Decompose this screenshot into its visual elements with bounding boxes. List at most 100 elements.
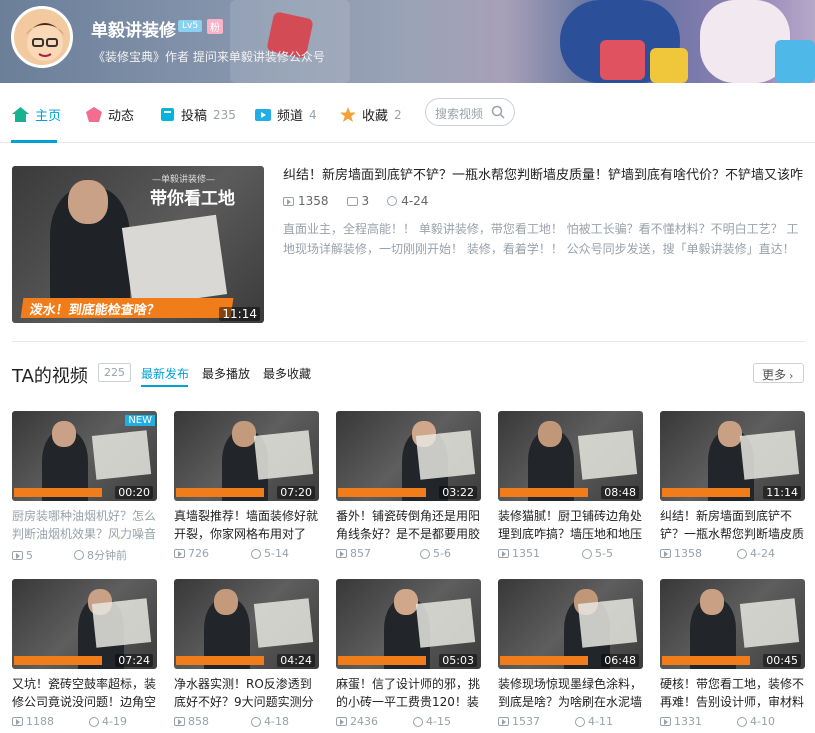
more-button[interactable]: 更多 › <box>753 363 804 383</box>
board-panel <box>739 598 800 648</box>
caption-strip <box>14 488 102 497</box>
board-panel <box>739 430 800 480</box>
board-panel <box>577 598 638 648</box>
sort-latest[interactable]: 最新发布 <box>141 365 189 382</box>
video-stats: 2436 4-15 <box>336 715 481 728</box>
video-title[interactable]: 番外！铺瓷砖倒角还是用阳角线条好？是不是都要用胶 <box>336 507 481 543</box>
tab-dynamic[interactable]: 动态 <box>86 105 134 124</box>
featured-thumbnail[interactable]: —单毅讲装修— 带你看工地 泼水！到底能检查啥？ 11:14 <box>12 166 264 323</box>
play-icon <box>660 717 671 726</box>
clock-icon <box>420 548 431 559</box>
video-thumbnail[interactable]: 03:22 <box>336 411 481 501</box>
video-card[interactable]: 08:48 装修猫腻！厨卫铺砖边角处理到底咋搞？墙压地和地压 1351 5-5 <box>498 411 643 560</box>
person-head <box>718 421 742 447</box>
video-thumbnail[interactable]: 07:24 <box>12 579 157 669</box>
avatar[interactable] <box>11 6 73 68</box>
tab-channel-label: 频道 <box>277 109 304 124</box>
video-plays: 857 <box>350 547 371 560</box>
thumb-caption: 泼水！到底能检查啥？ <box>20 298 234 318</box>
video-title[interactable]: 装修现场惊现墨绿色涂料，到底是啥？为啥刷在水泥墙 <box>498 675 643 711</box>
video-title[interactable]: 纠结！新房墙面到底铲不铲？一瓶水帮您判断墙皮质 <box>660 507 805 543</box>
sort-favs[interactable]: 最多收藏 <box>263 365 311 382</box>
signature: 《装修宝典》作者 提问来单毅讲装修公众号 <box>93 50 325 64</box>
fan-badge[interactable]: 粉 <box>207 19 223 34</box>
video-card[interactable]: 07:24 又坑！瓷砖空鼓率超标，装修公司竟说没问题！边角空 1188 4-19 <box>12 579 157 728</box>
video-plays: 1358 <box>674 547 702 560</box>
video-stats: 1351 5-5 <box>498 547 643 560</box>
video-title[interactable]: 真墙裂推荐！墙面装修好就开裂，你家网格布用对了 <box>174 507 319 543</box>
person-head <box>52 421 76 447</box>
video-stats: 1358 4-24 <box>660 547 805 560</box>
video-thumbnail[interactable]: 00:45 <box>660 579 805 669</box>
video-thumbnail[interactable]: NEW 00:20 <box>12 411 157 501</box>
tab-favorites[interactable]: 收藏 2 <box>340 105 402 124</box>
video-thumbnail[interactable]: 06:48 <box>498 579 643 669</box>
video-card[interactable]: 06:48 装修现场惊现墨绿色涂料，到底是啥？为啥刷在水泥墙 1537 4-11 <box>498 579 643 728</box>
clock-icon <box>582 548 593 559</box>
play-icon <box>336 549 347 558</box>
video-thumbnail[interactable]: 04:24 <box>174 579 319 669</box>
caption-strip <box>662 488 750 497</box>
video-card[interactable]: 03:22 番外！铺瓷砖倒角还是用阳角线条好？是不是都要用胶 857 5-6 <box>336 411 481 560</box>
video-title[interactable]: 装修猫腻！厨卫铺砖边角处理到底咋搞？墙压地和地压 <box>498 507 643 543</box>
featured-stats: 1358 3 4-24 <box>283 194 428 208</box>
video-card[interactable]: NEW 00:20 厨房装哪种油烟机好？怎么判断油烟机效果？风力噪音 5 8分钟… <box>12 411 157 563</box>
caption-strip <box>176 656 264 665</box>
video-duration: 06:48 <box>601 654 639 667</box>
video-date: 4-19 <box>102 715 127 728</box>
video-card[interactable]: 07:20 真墙裂推荐！墙面装修好就开裂，你家网格布用对了 726 5-14 <box>174 411 319 560</box>
featured-comments: 3 <box>361 194 370 208</box>
play-icon <box>498 717 509 726</box>
video-title[interactable]: 厨房装哪种油烟机好？怎么判断油烟机效果？风力噪音 <box>12 507 157 543</box>
featured-title[interactable]: 纠结！新房墙面到底铲不铲？一瓶水帮您判断墙皮质量！铲墙到底有啥代价？不铲墙又该咋… <box>283 164 803 183</box>
video-title[interactable]: 麻蛋！信了设计师的邪，挑的小砖一平工费贵120！装 <box>336 675 481 711</box>
search-icon[interactable] <box>491 105 505 119</box>
video-date: 4-24 <box>750 547 775 560</box>
tab-contribute[interactable]: 投稿 235 <box>160 105 236 124</box>
featured-date: 4-24 <box>401 194 429 208</box>
search-input[interactable]: 搜索视频 <box>425 98 515 126</box>
video-title[interactable]: 硬核！带您看工地，装修不再难！告别设计师，审材料 <box>660 675 805 711</box>
clock-icon <box>387 196 398 206</box>
person-head <box>700 589 724 615</box>
video-plays: 1351 <box>512 547 540 560</box>
clock-icon <box>89 716 100 727</box>
play-icon <box>498 549 509 558</box>
video-title[interactable]: 净水器实测！RO反渗透到底好不好？9大问题实测分 <box>174 675 319 711</box>
sort-plays[interactable]: 最多播放 <box>202 365 250 382</box>
username: 单毅讲装修 <box>91 21 176 41</box>
video-date: 4-10 <box>750 715 775 728</box>
tab-home[interactable]: 主页 <box>12 105 61 124</box>
person-head <box>68 180 108 224</box>
tab-channel[interactable]: 频道 4 <box>255 105 317 124</box>
clock-icon <box>251 548 262 559</box>
video-plays: 1537 <box>512 715 540 728</box>
clock-icon <box>413 716 424 727</box>
video-plays: 858 <box>188 715 209 728</box>
video-duration: 05:03 <box>439 654 477 667</box>
clock-icon <box>251 716 262 727</box>
video-stats: 857 5-6 <box>336 547 481 560</box>
video-thumbnail[interactable]: 11:14 <box>660 411 805 501</box>
video-card[interactable]: 11:14 纠结！新房墙面到底铲不铲？一瓶水帮您判断墙皮质 1358 4-24 <box>660 411 805 560</box>
video-card[interactable]: 04:24 净水器实测！RO反渗透到底好不好？9大问题实测分 858 4-18 <box>174 579 319 728</box>
video-card[interactable]: 05:03 麻蛋！信了设计师的邪，挑的小砖一平工费贵120！装 2436 4-1… <box>336 579 481 728</box>
board-panel <box>253 430 314 480</box>
video-stats: 858 4-18 <box>174 715 319 728</box>
contribute-count: 235 <box>213 107 236 122</box>
video-thumbnail[interactable]: 05:03 <box>336 579 481 669</box>
tab-home-label: 主页 <box>35 109 62 124</box>
video-duration: 07:20 <box>277 486 315 499</box>
person-head <box>394 589 418 615</box>
caption-strip <box>14 656 102 665</box>
video-thumbnail[interactable]: 07:20 <box>174 411 319 501</box>
featured-plays: 1358 <box>298 194 329 208</box>
level-badge: Lv5 <box>178 20 203 32</box>
caption-strip <box>662 656 750 665</box>
video-thumbnail[interactable]: 08:48 <box>498 411 643 501</box>
featured-duration: 11:14 <box>219 307 260 321</box>
play-icon <box>283 196 294 206</box>
video-title[interactable]: 又坑！瓷砖空鼓率超标，装修公司竟说没问题！边角空 <box>12 675 157 711</box>
video-card[interactable]: 00:45 硬核！带您看工地，装修不再难！告别设计师，审材料 1331 4-10 <box>660 579 805 728</box>
clock-icon <box>737 716 748 727</box>
